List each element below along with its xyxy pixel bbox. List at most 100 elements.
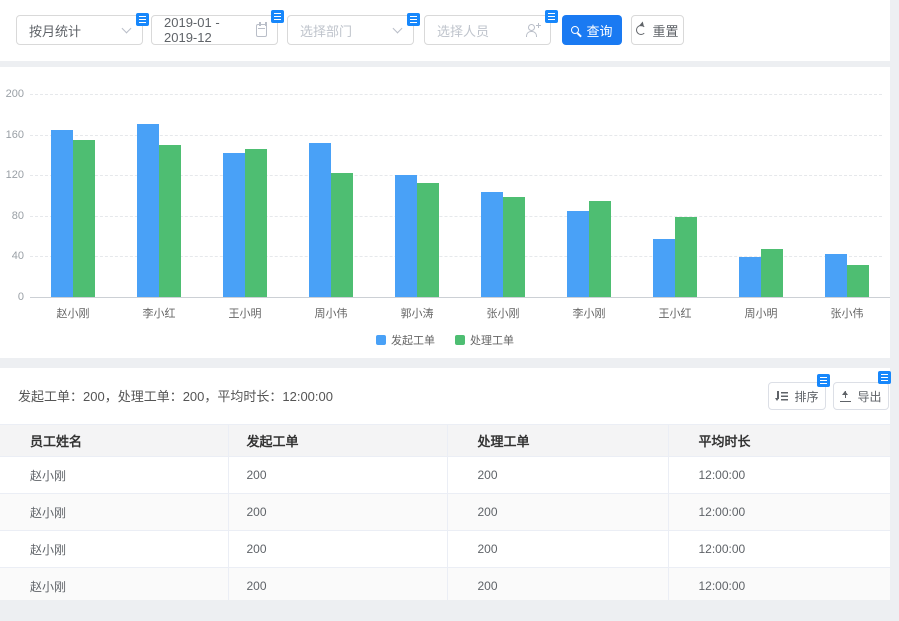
bar-处理工单[interactable] — [245, 149, 267, 297]
chart-legend: 发起工单 处理工单 — [0, 332, 890, 348]
bar-group — [288, 143, 374, 297]
bar-group — [804, 254, 890, 297]
y-axis-tick: 80 — [0, 210, 24, 222]
table-cell: 赵小刚 — [0, 457, 228, 494]
x-axis-label: 周小伟 — [288, 305, 374, 321]
bar-处理工单[interactable] — [503, 197, 525, 297]
department-select[interactable]: 选择部门 — [287, 15, 414, 45]
table-cell: 12:00:00 — [668, 494, 890, 531]
bar-发起工单[interactable] — [223, 153, 245, 297]
annotation-badge-icon[interactable] — [817, 374, 830, 387]
bar-处理工单[interactable] — [73, 140, 95, 297]
date-range-value: 2019-01 - 2019-12 — [164, 15, 256, 45]
table-row: 赵小刚20020012:00:00 — [0, 494, 890, 531]
bar-发起工单[interactable] — [51, 130, 73, 297]
export-button[interactable]: 导出 — [833, 382, 889, 410]
x-axis-label: 王小明 — [202, 305, 288, 321]
bar-处理工单[interactable] — [761, 249, 783, 297]
bars-area — [30, 94, 890, 297]
annotation-badge-icon[interactable] — [545, 10, 558, 23]
bar-chart: 04080120160200赵小刚李小红王小明周小伟郭小涛张小刚李小刚王小红周小… — [0, 67, 890, 358]
x-axis-label: 李小刚 — [546, 305, 632, 321]
x-axis-label: 王小红 — [632, 305, 718, 321]
search-icon — [571, 26, 579, 34]
column-header-initiated: 发起工单 — [228, 425, 447, 457]
results-table: 员工姓名 发起工单 处理工单 平均时长 赵小刚20020012:00:00赵小刚… — [0, 424, 890, 600]
bar-处理工单[interactable] — [331, 173, 353, 297]
y-axis-tick: 0 — [0, 291, 24, 303]
bar-group — [116, 124, 202, 297]
column-header-employee: 员工姓名 — [0, 425, 228, 457]
x-axis-line — [30, 297, 890, 298]
export-button-label: 导出 — [857, 388, 881, 405]
bar-处理工单[interactable] — [159, 145, 181, 297]
bar-group — [460, 192, 546, 297]
refresh-icon — [636, 25, 646, 35]
bar-发起工单[interactable] — [739, 257, 761, 297]
stat-type-value: 按月统计 — [29, 21, 81, 40]
bar-发起工单[interactable] — [137, 124, 159, 297]
summary-text: 发起工单：200，处理工单：200，平均时长：12:00:00 — [18, 386, 333, 405]
bar-发起工单[interactable] — [395, 175, 417, 297]
table-cell: 200 — [228, 457, 447, 494]
x-axis-label: 李小红 — [116, 305, 202, 321]
table-row: 赵小刚20020012:00:00 — [0, 531, 890, 568]
annotation-badge-icon[interactable] — [878, 371, 891, 384]
table-row: 赵小刚20020012:00:00 — [0, 457, 890, 494]
table-cell: 12:00:00 — [668, 568, 890, 601]
bar-发起工单[interactable] — [567, 211, 589, 297]
table-row: 赵小刚20020012:00:00 — [0, 568, 890, 601]
bar-发起工单[interactable] — [825, 254, 847, 297]
add-user-icon — [525, 24, 540, 37]
bar-处理工单[interactable] — [589, 201, 611, 297]
bar-group — [632, 217, 718, 297]
stat-type-select[interactable]: 按月统计 — [16, 15, 143, 45]
chevron-down-icon — [122, 23, 132, 33]
table-cell: 200 — [447, 494, 668, 531]
column-header-duration: 平均时长 — [668, 425, 890, 457]
legend-item[interactable]: 处理工单 — [455, 332, 514, 348]
x-axis-label: 郭小涛 — [374, 305, 460, 321]
bar-处理工单[interactable] — [847, 265, 869, 297]
annotation-badge-icon[interactable] — [271, 10, 284, 23]
legend-item[interactable]: 发起工单 — [376, 332, 435, 348]
reset-button-label: 重置 — [652, 21, 678, 40]
department-placeholder: 选择部门 — [300, 21, 352, 40]
sort-icon — [775, 391, 788, 402]
filter-toolbar: 按月统计 2019-01 - 2019-12 选择部门 选择人员 查询 重置 — [16, 15, 684, 45]
x-axis-labels: 赵小刚李小红王小明周小伟郭小涛张小刚李小刚王小红周小明张小伟 — [30, 305, 890, 321]
query-button-label: 查询 — [586, 21, 612, 40]
legend-label: 处理工单 — [470, 332, 514, 348]
bar-处理工单[interactable] — [417, 183, 439, 297]
annotation-badge-icon[interactable] — [136, 13, 149, 26]
table-cell: 200 — [447, 568, 668, 601]
table-cell: 12:00:00 — [668, 531, 890, 568]
reset-button[interactable]: 重置 — [631, 15, 684, 45]
y-axis-tick: 40 — [0, 250, 24, 262]
filter-toolbar-card: 按月统计 2019-01 - 2019-12 选择部门 选择人员 查询 重置 — [0, 0, 890, 61]
table-cell: 12:00:00 — [668, 457, 890, 494]
x-axis-label: 周小明 — [718, 305, 804, 321]
legend-label: 发起工单 — [391, 332, 435, 348]
chart-card: 04080120160200赵小刚李小红王小明周小伟郭小涛张小刚李小刚王小红周小… — [0, 67, 890, 358]
table-cell: 赵小刚 — [0, 531, 228, 568]
y-axis-tick: 160 — [0, 129, 24, 141]
bar-group — [718, 249, 804, 297]
x-axis-label: 张小刚 — [460, 305, 546, 321]
upload-icon — [840, 390, 851, 402]
annotation-badge-icon[interactable] — [407, 13, 420, 26]
x-axis-label: 赵小刚 — [30, 305, 116, 321]
bar-发起工单[interactable] — [481, 192, 503, 297]
bar-group — [30, 130, 116, 297]
legend-swatch-icon — [376, 335, 386, 345]
bar-处理工单[interactable] — [675, 217, 697, 297]
y-axis-tick: 200 — [0, 88, 24, 100]
query-button[interactable]: 查询 — [562, 15, 622, 45]
bar-发起工单[interactable] — [653, 239, 675, 297]
table-cell: 200 — [228, 531, 447, 568]
table-cell: 200 — [447, 457, 668, 494]
person-select[interactable]: 选择人员 — [424, 15, 551, 45]
bar-发起工单[interactable] — [309, 143, 331, 297]
results-card: 发起工单：200，处理工单：200，平均时长：12:00:00 排序 导出 员工… — [0, 368, 890, 600]
date-range-picker[interactable]: 2019-01 - 2019-12 — [151, 15, 278, 45]
